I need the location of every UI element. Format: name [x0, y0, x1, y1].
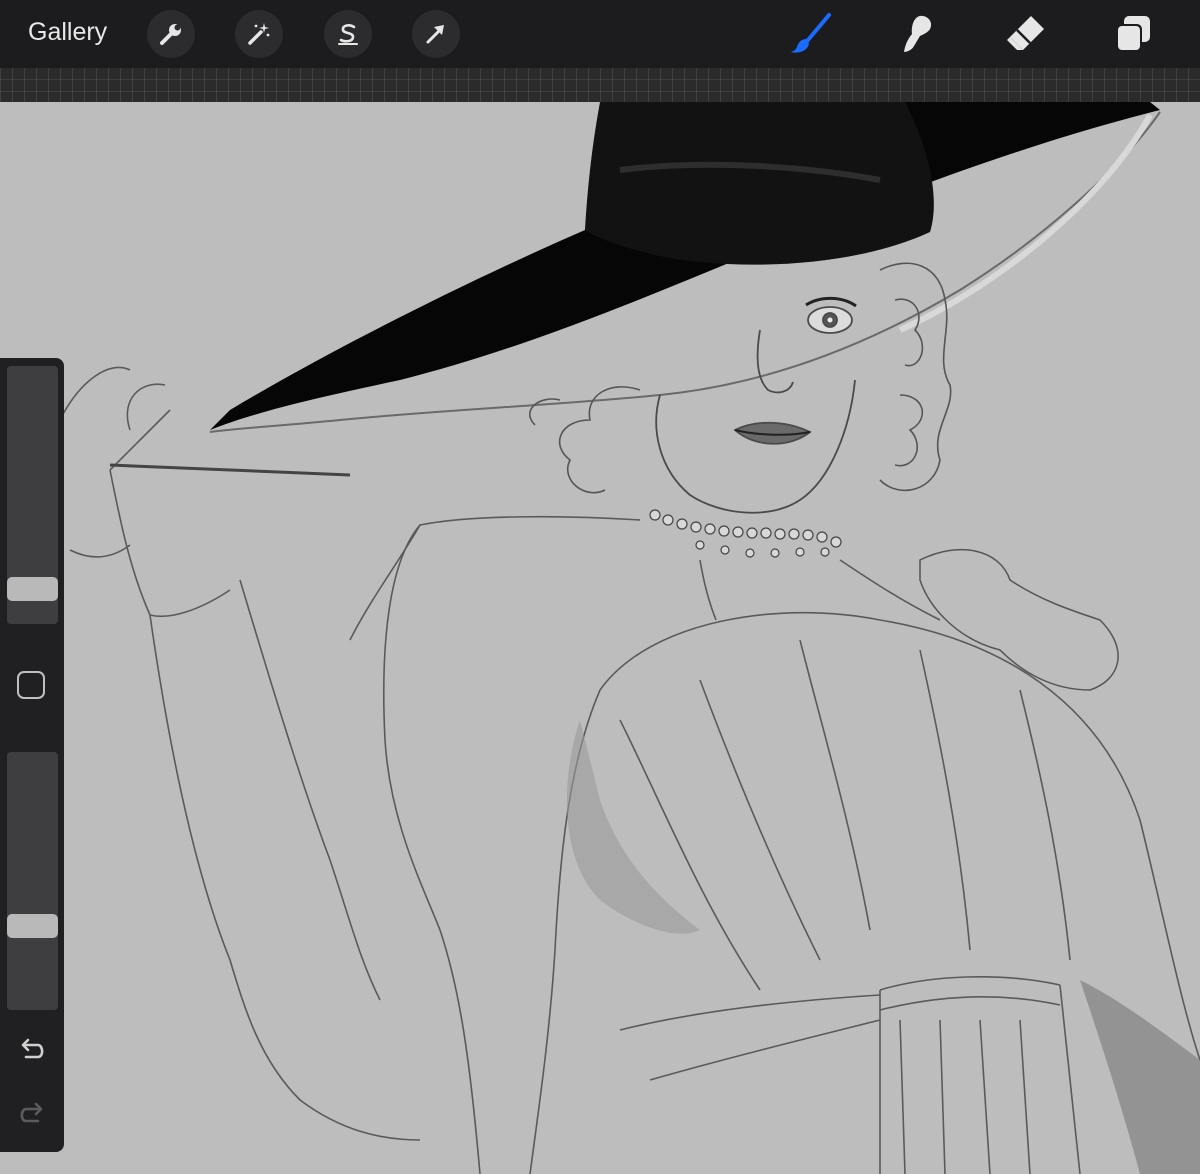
selection-s-icon: [338, 24, 358, 45]
left-sidebar: [0, 358, 64, 1152]
layers-icon: [1116, 16, 1150, 52]
redo-icon[interactable]: [16, 1097, 48, 1129]
brush-size-thumb[interactable]: [7, 577, 58, 601]
hat-crown: [585, 102, 934, 265]
undo-icon[interactable]: [16, 1033, 48, 1065]
eraser-tool-button[interactable]: [1003, 12, 1047, 56]
drawing-canvas[interactable]: [0, 102, 1200, 1174]
brush-size-slider[interactable]: [7, 366, 58, 624]
modify-button[interactable]: [17, 671, 45, 699]
top-toolbar: Gallery: [0, 0, 1200, 68]
selection-button[interactable]: [324, 10, 372, 58]
layers-button[interactable]: [1110, 12, 1154, 56]
gallery-button[interactable]: Gallery: [28, 18, 107, 47]
adjustments-button[interactable]: [235, 10, 283, 58]
arrow-cursor-icon: [426, 25, 444, 44]
eraser-icon: [1007, 16, 1044, 50]
brush-tool-button[interactable]: [789, 12, 833, 56]
opacity-thumb[interactable]: [7, 914, 58, 938]
transform-button[interactable]: [412, 10, 460, 58]
smudge-tool-button[interactable]: [896, 12, 940, 56]
smudge-icon: [904, 15, 932, 52]
canvas-top-strip: [0, 68, 1200, 104]
opacity-slider[interactable]: [7, 752, 58, 1010]
magic-wand-icon: [248, 23, 270, 45]
actions-button[interactable]: [147, 10, 195, 58]
brush-icon: [791, 13, 831, 53]
wrench-icon: [160, 24, 181, 45]
